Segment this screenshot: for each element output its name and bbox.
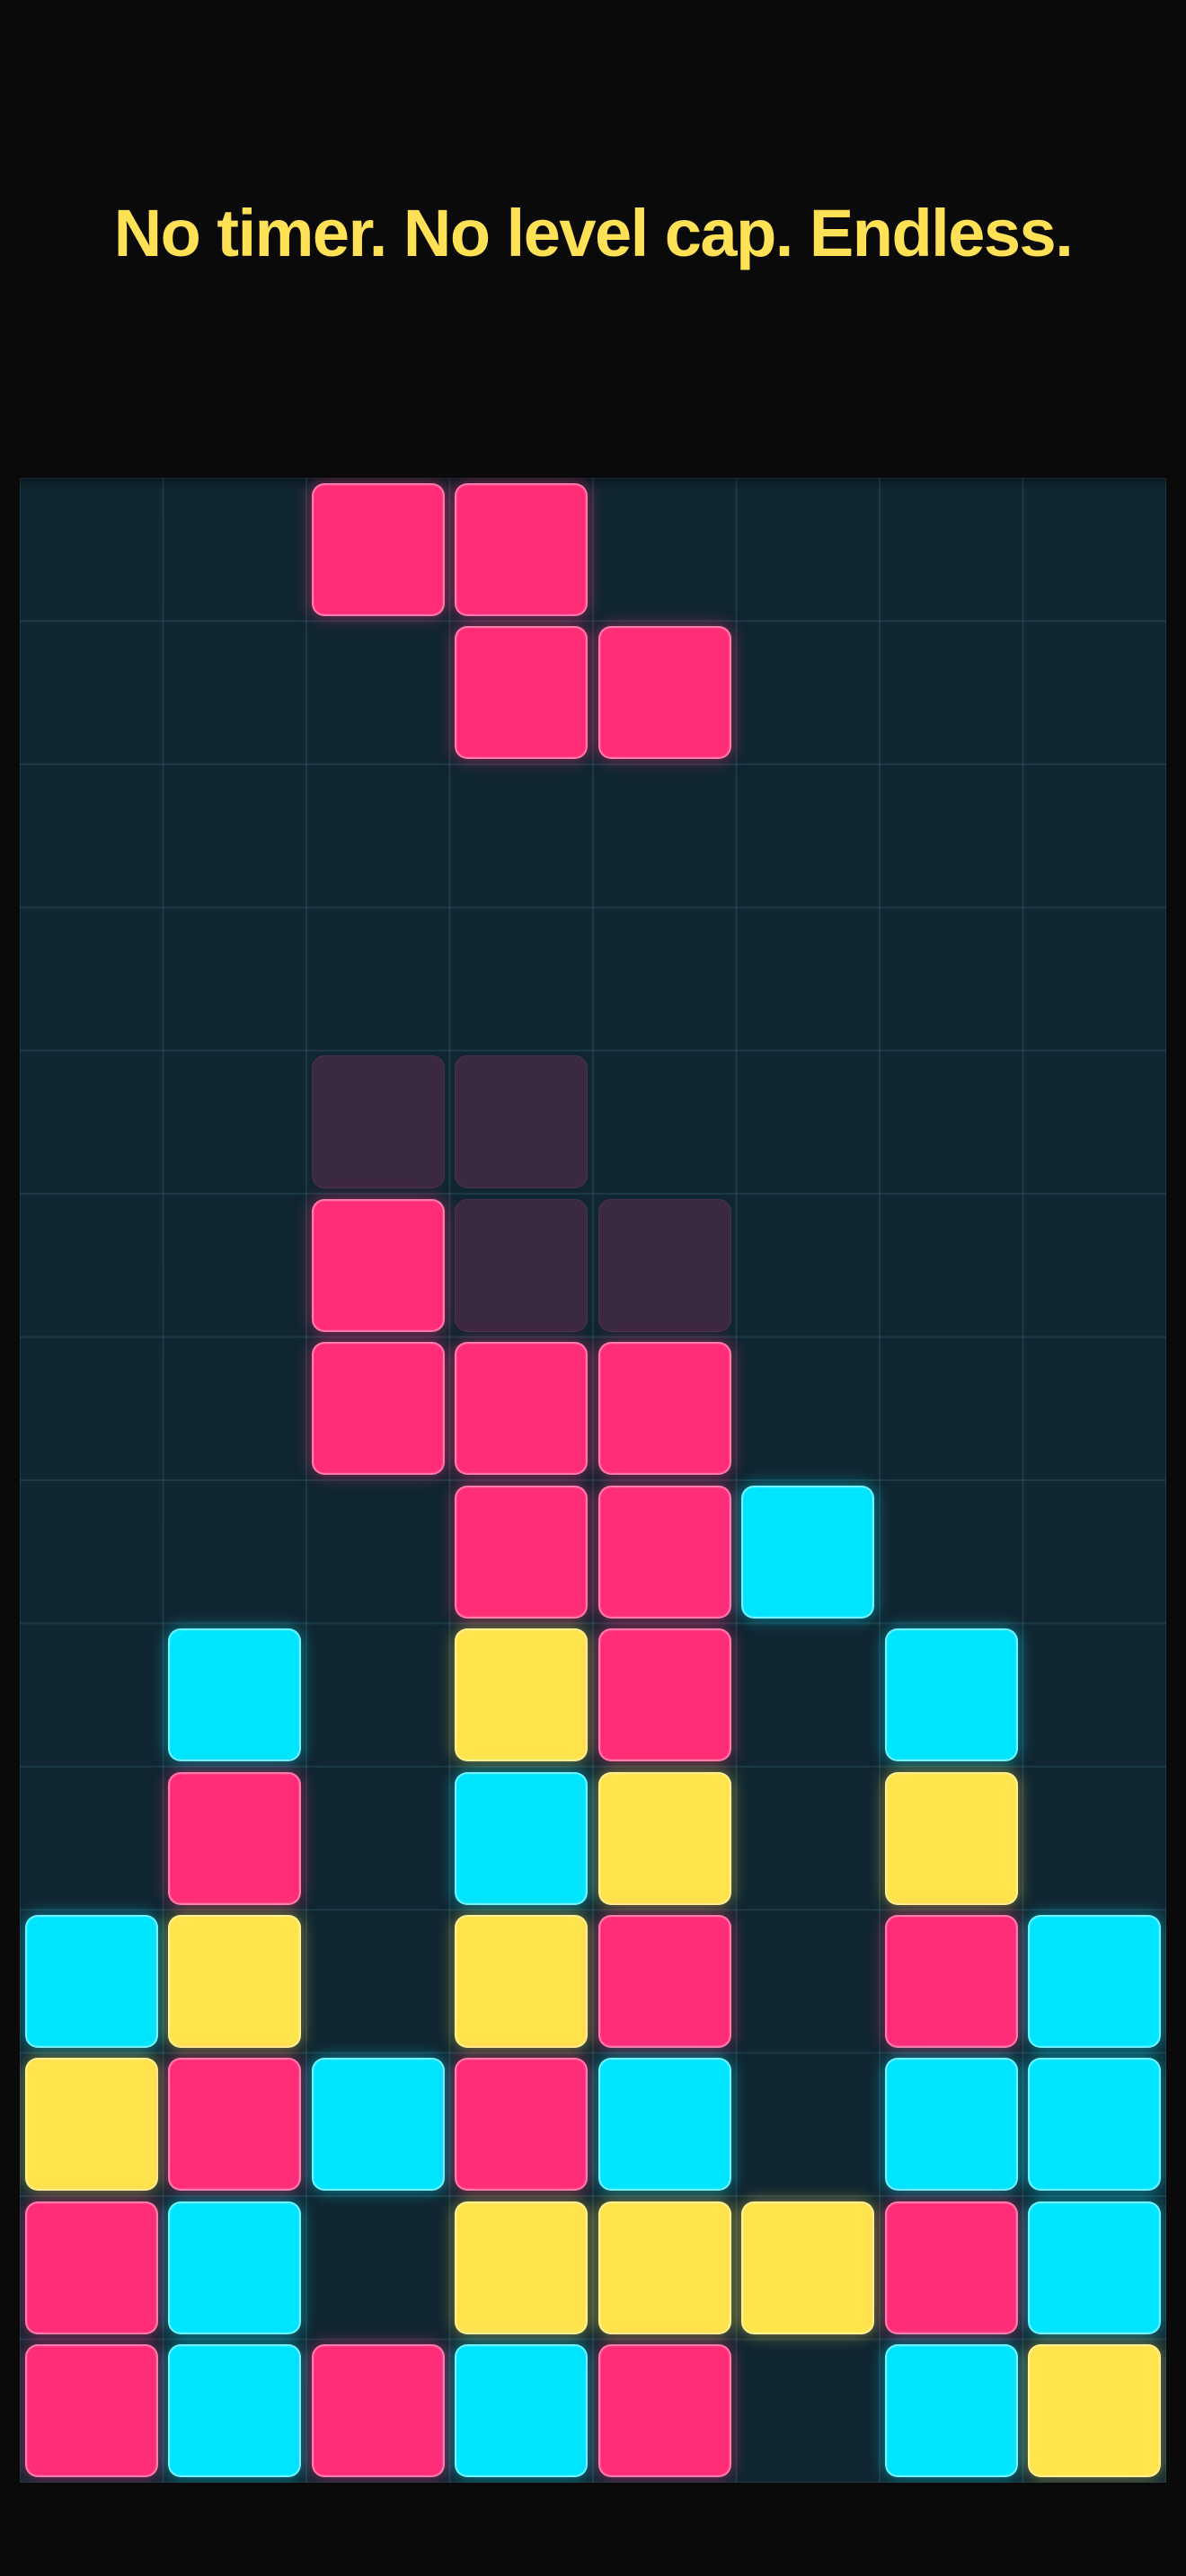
locked-block-pink: [24, 2344, 158, 2478]
tagline: No timer. No level cap. Endless.: [113, 196, 1074, 270]
locked-block-cyan: [597, 2058, 731, 2192]
locked-block-yellow: [884, 1771, 1018, 1905]
locked-block-pink: [455, 2058, 589, 2192]
locked-block-pink: [455, 1342, 589, 1476]
locked-block-cyan: [24, 1915, 158, 2048]
ghost-block: [455, 1055, 589, 1189]
locked-block-cyan: [884, 2058, 1018, 2192]
locked-block-cyan: [168, 1628, 302, 1762]
locked-block-pink: [311, 1342, 445, 1476]
locked-block-pink: [597, 1915, 731, 2048]
locked-block-cyan: [1028, 1915, 1162, 2048]
locked-block-pink: [597, 2344, 731, 2478]
locked-block-cyan: [168, 2201, 302, 2334]
locked-block-pink: [597, 1342, 731, 1476]
locked-block-pink: [311, 2344, 445, 2478]
locked-block-pink: [884, 2201, 1018, 2334]
locked-block-pink: [168, 2058, 302, 2192]
ghost-block: [455, 1198, 589, 1332]
game-board[interactable]: [20, 478, 1166, 2483]
locked-block-cyan: [311, 2058, 445, 2192]
locked-block-pink: [311, 1198, 445, 1332]
locked-block-pink: [597, 1628, 731, 1762]
ghost-block: [597, 1198, 731, 1332]
locked-block-pink: [168, 1771, 302, 1905]
locked-block-yellow: [455, 1915, 589, 2048]
falling-block: [455, 626, 589, 760]
locked-block-yellow: [1028, 2344, 1162, 2478]
locked-block-cyan: [741, 1485, 875, 1619]
locked-block-cyan: [168, 2344, 302, 2478]
locked-block-pink: [455, 1485, 589, 1619]
locked-block-yellow: [24, 2058, 158, 2192]
locked-block-yellow: [741, 2201, 875, 2334]
locked-block-pink: [597, 1485, 731, 1619]
locked-block-pink: [24, 2201, 158, 2334]
falling-block: [455, 482, 589, 616]
locked-block-yellow: [455, 2201, 589, 2334]
locked-block-cyan: [455, 1771, 589, 1905]
locked-block-yellow: [597, 2201, 731, 2334]
falling-block: [311, 482, 445, 616]
locked-block-pink: [884, 1915, 1018, 2048]
locked-block-cyan: [884, 2344, 1018, 2478]
locked-block-yellow: [168, 1915, 302, 2048]
locked-block-yellow: [597, 1771, 731, 1905]
header: No timer. No level cap. Endless.: [0, 0, 1186, 476]
locked-block-cyan: [1028, 2058, 1162, 2192]
locked-block-cyan: [1028, 2201, 1162, 2334]
locked-block-cyan: [455, 2344, 589, 2478]
locked-block-yellow: [455, 1628, 589, 1762]
locked-block-cyan: [884, 1628, 1018, 1762]
falling-block: [597, 626, 731, 760]
ghost-block: [311, 1055, 445, 1189]
footer: [0, 2483, 1186, 2576]
